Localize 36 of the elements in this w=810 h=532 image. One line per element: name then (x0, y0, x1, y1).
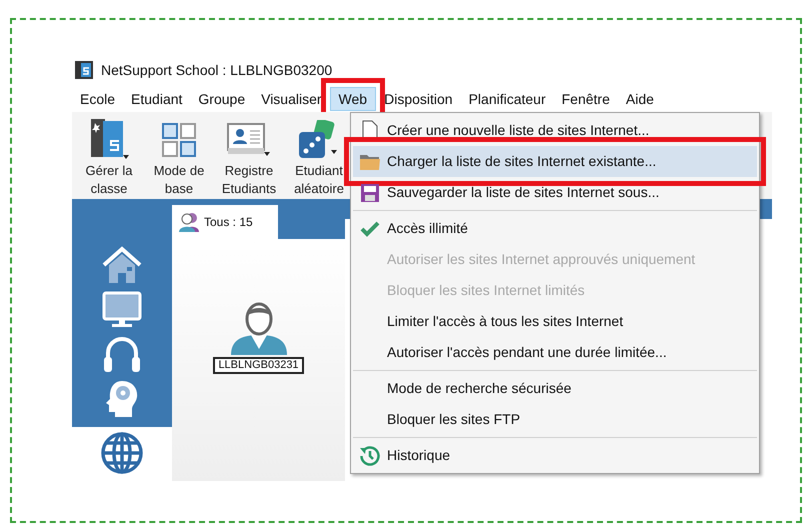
window-title: NetSupport School : LLBLNGB03200 (101, 60, 332, 80)
menu-item[interactable]: Accès illimité (353, 213, 757, 244)
menu-item[interactable]: Mode de recherche sécurisée (353, 373, 757, 404)
menu-item[interactable]: Sauvegarder la liste de sites Internet sous... (353, 177, 757, 208)
check-icon (360, 220, 380, 236)
history-icon (359, 444, 381, 466)
menu-item[interactable]: Créer une nouvelle liste de sites Internet... (353, 115, 757, 146)
menu-bar-item[interactable]: Etudiant (123, 87, 190, 111)
folder-icon (359, 152, 381, 170)
toolbar-button[interactable]: Gérer la classe (76, 118, 142, 198)
menu-item[interactable]: Autoriser l'accès pendant une durée limitée... (353, 337, 757, 368)
menu-item[interactable]: Historique (353, 440, 757, 471)
users-icon (178, 211, 200, 233)
group-tab[interactable]: Tous : 15 (172, 205, 278, 239)
toolbar-button[interactable]: Etudiant aléatoire (286, 118, 352, 198)
id-card-icon (226, 122, 272, 158)
menu-item[interactable]: Charger la liste de sites Internet existante... (353, 146, 757, 177)
headphones-icon[interactable] (102, 335, 142, 373)
menu-item[interactable]: Limiter l'accès à tous les sites Internet (353, 306, 757, 337)
menu-bar-item[interactable]: Aide (618, 87, 662, 111)
toolbar-button[interactable]: Mode de base (146, 118, 212, 198)
student-name-label: LLBLNGB03231 (213, 357, 304, 374)
globe-icon[interactable] (100, 431, 144, 475)
menu-bar-item[interactable]: Groupe (190, 87, 254, 111)
app-logo-icon (75, 61, 93, 79)
menu-bar-item[interactable]: Visualiser (253, 87, 330, 111)
menu-bar-item[interactable]: Fenêtre (554, 87, 618, 111)
class-card-icon (89, 119, 129, 161)
grid-icon (161, 122, 197, 158)
home-icon[interactable] (101, 245, 143, 285)
monitor-icon[interactable] (102, 291, 142, 329)
menu-item[interactable]: Bloquer les sites FTP (353, 404, 757, 435)
menu-bar-item[interactable]: Ecole (72, 87, 124, 111)
menu-bar-item[interactable]: Disposition (376, 87, 461, 111)
toolbar-button[interactable]: Registre Etudiants (216, 118, 282, 198)
menu-bar-item[interactable]: Planificateur (460, 87, 554, 111)
